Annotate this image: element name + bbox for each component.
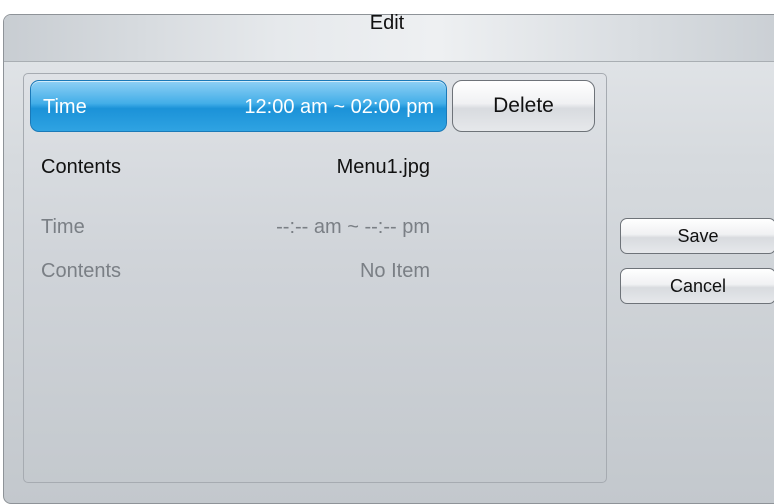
entry-2-contents-value: No Item xyxy=(359,260,430,282)
entry-1-contents-label: Contents xyxy=(41,156,122,178)
entry-1-time-row[interactable]: Time 12:00 am ~ 02:00 pm xyxy=(30,80,447,132)
delete-button[interactable]: Delete xyxy=(452,80,595,132)
save-button[interactable]: Save xyxy=(620,218,774,254)
entry-2-contents-label: Contents xyxy=(41,260,122,282)
entry-2-time-label: Time xyxy=(41,216,85,238)
entry-1-time-value: 12:00 am ~ 02:00 pm xyxy=(244,96,434,118)
entry-1-contents-row[interactable]: Contents Menu1.jpg xyxy=(27,148,444,186)
cancel-button[interactable]: Cancel xyxy=(620,268,774,304)
entry-2-time-row[interactable]: Time --:-- am ~ --:-- pm xyxy=(27,208,444,246)
dialog-title: Edit xyxy=(369,12,405,34)
entry-2-time-value: --:-- am ~ --:-- pm xyxy=(276,216,430,238)
entry-2-contents-row[interactable]: Contents No Item xyxy=(27,252,444,290)
entry-1-contents-value: Menu1.jpg xyxy=(336,156,430,178)
entry-1-time-label: Time xyxy=(43,96,87,118)
